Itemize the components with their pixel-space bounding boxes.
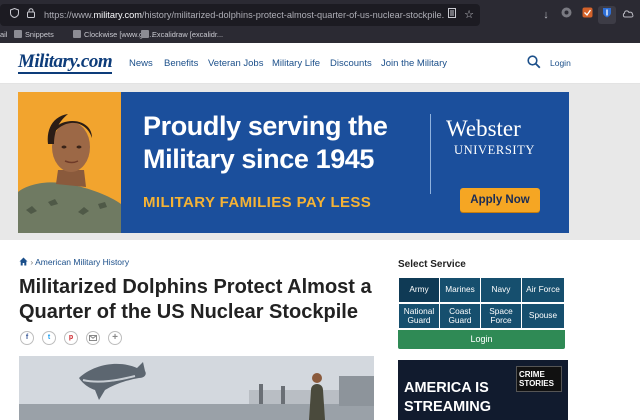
nav-military-life[interactable]: Military Life — [272, 58, 320, 69]
bookmark-item[interactable]: Excalidraw [excalidr... — [141, 29, 223, 41]
ad-apply-button[interactable]: Apply Now — [460, 188, 540, 212]
facebook-icon[interactable]: f — [20, 331, 34, 345]
ad-brand-subtitle: UNIVERSITY — [454, 143, 535, 157]
site-logo[interactable]: Military.com — [18, 52, 113, 74]
service-national-guard[interactable]: National Guard — [398, 303, 440, 329]
bookmark-item[interactable]: ail — [0, 29, 7, 41]
service-spouse[interactable]: Spouse — [521, 303, 565, 329]
service-navy[interactable]: Navy — [480, 277, 522, 303]
article-hero-image — [19, 356, 374, 420]
service-marines[interactable]: Marines — [439, 277, 481, 303]
bookmark-item[interactable]: Snippets — [14, 29, 54, 41]
service-login-button[interactable]: Login — [398, 330, 565, 349]
select-service-title: Select Service — [398, 259, 466, 270]
service-selector: Army Marines Navy Air Force National Gua… — [398, 277, 565, 329]
cloud-icon[interactable] — [619, 6, 637, 24]
ad-headline: Proudly serving the Military since 1945 — [143, 110, 388, 176]
sidebar-ad-logo: CRIME STORIES — [516, 366, 562, 392]
article-title: Militarized Dolphins Protect Almost a Qu… — [19, 276, 372, 323]
ad-brand-name: Webster — [446, 116, 521, 141]
service-army[interactable]: Army — [398, 277, 440, 303]
service-coast-guard[interactable]: Coast Guard — [439, 303, 481, 329]
bookmark-favicon-icon — [14, 30, 22, 38]
banner-ad[interactable]: Proudly serving the Military since 1945 … — [18, 92, 569, 233]
sidebar-ad[interactable]: AMERICA IS STREAMING CRIME STORIES — [398, 360, 568, 420]
nav-join-the-military[interactable]: Join the Military — [381, 58, 447, 69]
breadcrumb: › American Military History — [19, 257, 129, 267]
browser-chrome: https://www.military.com/history/militar… — [0, 0, 640, 43]
email-icon[interactable] — [86, 331, 100, 345]
url-bar[interactable]: https://www.military.com/history/militar… — [0, 4, 480, 26]
password-manager-icon[interactable] — [598, 6, 616, 24]
sidebar-ad-line: STREAMING — [404, 399, 491, 415]
extension-icon[interactable] — [578, 6, 596, 24]
header-login-link[interactable]: Login — [550, 58, 571, 68]
bookmark-label: Snippets — [25, 30, 54, 39]
service-air-force[interactable]: Air Force — [521, 277, 565, 303]
twitter-icon[interactable]: t — [42, 331, 56, 345]
bookmark-favicon-icon — [141, 30, 149, 38]
ad-subline: MILITARY FAMILIES PAY LESS — [143, 194, 372, 211]
ad-headline-line: Proudly serving the — [143, 111, 388, 141]
ad-headline-line: Military since 1945 — [143, 144, 375, 174]
more-icon[interactable]: + — [108, 331, 122, 345]
bookmarks-bar: ail Snippets Clockwise [www.ge... Excali… — [0, 27, 640, 43]
url-text[interactable]: https://www.military.com/history/militar… — [44, 4, 444, 26]
extension-icon[interactable] — [557, 6, 575, 24]
sidebar-ad-line: AMERICA IS — [404, 380, 489, 396]
nav-discounts[interactable]: Discounts — [330, 58, 372, 69]
ad-region: Proudly serving the Military since 1945 … — [0, 84, 640, 240]
nav-benefits[interactable]: Benefits — [164, 58, 198, 69]
nav-veteran-jobs[interactable]: Veteran Jobs — [208, 58, 263, 69]
ad-soldier-image — [18, 92, 121, 233]
lock-icon[interactable] — [25, 4, 37, 26]
sidebar-ad-text: AMERICA IS STREAMING — [404, 379, 491, 417]
pinterest-icon[interactable]: p — [64, 331, 78, 345]
reader-view-icon[interactable] — [446, 4, 458, 26]
bookmark-favicon-icon — [73, 30, 81, 38]
site-header: Military.com News Benefits Veteran Jobs … — [0, 43, 640, 84]
download-icon[interactable]: ↓ — [537, 6, 555, 24]
nav-news[interactable]: News — [129, 58, 153, 69]
search-icon[interactable] — [527, 55, 541, 69]
bookmark-star-icon[interactable]: ☆ — [462, 4, 476, 26]
service-space-force[interactable]: Space Force — [480, 303, 522, 329]
shield-icon[interactable] — [8, 4, 20, 26]
bookmark-label: Excalidraw [excalidr... — [152, 30, 224, 39]
ad-divider — [430, 114, 431, 194]
home-icon[interactable] — [19, 257, 28, 266]
breadcrumb-separator: › — [30, 257, 34, 267]
breadcrumb-link[interactable]: American Military History — [35, 257, 129, 267]
